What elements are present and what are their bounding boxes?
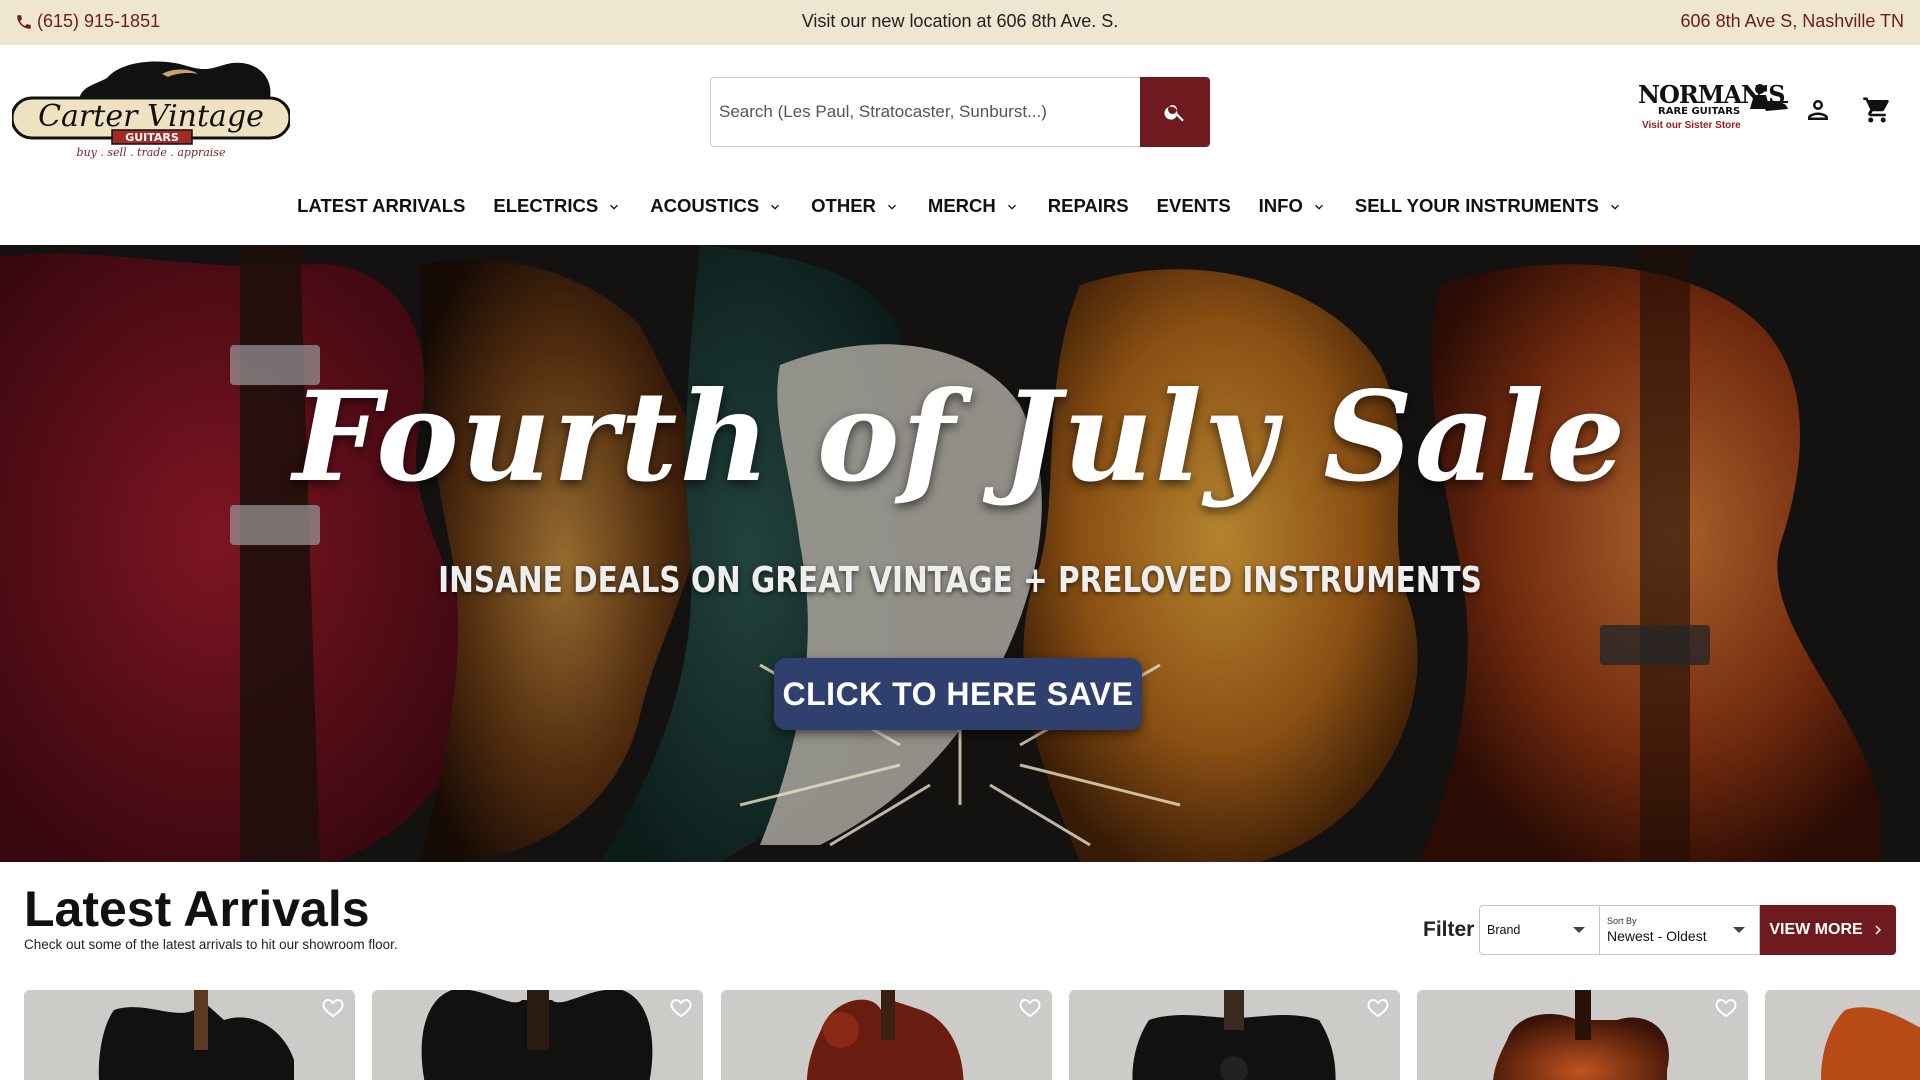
nav-label: REPAIRS	[1047, 195, 1129, 216]
chevron-down-icon	[1607, 198, 1623, 214]
search-bar	[710, 77, 1210, 147]
search-input[interactable]	[710, 77, 1140, 147]
product-image	[372, 990, 703, 1080]
hero-guitars-image	[0, 245, 1920, 862]
filter-label: Filter	[1423, 918, 1475, 941]
cart-button[interactable]	[1857, 90, 1897, 130]
nav-events[interactable]: EVENTS	[1143, 186, 1245, 226]
hero-subtitle: INSANE DEALS ON GREAT VINTAGE + PRELOVED…	[438, 560, 1482, 601]
nav-label: MERCH	[927, 195, 996, 216]
nav-merch[interactable]: MERCH	[914, 186, 1034, 226]
heart-icon[interactable]	[321, 996, 347, 1022]
nav-label: OTHER	[811, 195, 876, 216]
nav-other[interactable]: OTHER	[797, 186, 914, 226]
sister-store-visit: Visit our Sister Store	[1642, 120, 1741, 131]
search-icon	[1164, 105, 1184, 122]
product-image	[1069, 990, 1400, 1080]
chevron-down-icon	[1004, 198, 1020, 214]
announcement-text[interactable]: Visit our new location at 606 8th Ave. S…	[0, 11, 1920, 32]
logo-text: Carter Vintage	[38, 99, 264, 134]
nav-acoustics[interactable]: ACOUSTICS	[636, 186, 797, 226]
account-icon	[1808, 100, 1828, 120]
latest-arrivals-heading: Latest Arrivals	[24, 881, 370, 937]
sister-store-link[interactable]: NORMAN'S RARE GUITARS Visit our Sister S…	[1636, 83, 1788, 143]
nav-info[interactable]: INFO	[1245, 186, 1341, 226]
cart-icon	[1863, 97, 1889, 123]
nav-label: INFO	[1258, 195, 1303, 216]
latest-arrivals-subtitle: Check out some of the latest arrivals to…	[24, 937, 398, 952]
hero-cta-button[interactable]: CLICK TO HERE SAVE	[774, 658, 1142, 730]
sort-select[interactable]: Sort By Newest - Oldest	[1599, 905, 1760, 955]
product-card[interactable]	[1417, 990, 1748, 1080]
store-address[interactable]: 606 8th Ave S, Nashville TN	[1681, 11, 1904, 32]
nav-label: ACOUSTICS	[650, 195, 760, 216]
product-card[interactable]	[721, 990, 1052, 1080]
heart-icon[interactable]	[1018, 996, 1044, 1022]
nav-label: SELL YOUR INSTRUMENTS	[1354, 195, 1599, 216]
hero-banner[interactable]: Fourth of July Sale INSANE DEALS ON GREA…	[0, 245, 1920, 862]
nav-label: LATEST ARRIVALS	[297, 195, 466, 216]
nav-electrics[interactable]: ELECTRICS	[479, 186, 636, 226]
guitarist-icon	[1750, 84, 1788, 111]
product-card[interactable]	[1069, 990, 1400, 1080]
nav-label: ELECTRICS	[493, 195, 599, 216]
product-image	[721, 990, 1052, 1080]
chevron-right-icon	[1875, 925, 1881, 935]
product-image	[1417, 990, 1748, 1080]
nav-latest-arrivals[interactable]: LATEST ARRIVALS	[283, 186, 479, 226]
sort-select-caption: Sort By	[1607, 916, 1637, 926]
heart-icon[interactable]	[1714, 996, 1740, 1022]
nav-repairs[interactable]: REPAIRS	[1034, 186, 1143, 226]
heart-icon[interactable]	[1366, 996, 1392, 1022]
main-nav: LATEST ARRIVALS ELECTRICS ACOUSTICS OTHE…	[0, 186, 1920, 226]
chevron-down-icon	[884, 198, 900, 214]
sort-select-value: Newest - Oldest	[1607, 928, 1707, 944]
site-header: Carter Vintage GUITARS buy . sell . trad…	[0, 45, 1920, 245]
brand-select[interactable]: Brand	[1479, 905, 1599, 955]
nav-label: EVENTS	[1156, 195, 1231, 216]
product-card[interactable]	[372, 990, 703, 1080]
nav-sell-your-instruments[interactable]: SELL YOUR INSTRUMENTS	[1341, 186, 1637, 226]
product-card[interactable]	[1765, 990, 1920, 1080]
logo-tagline: buy . sell . trade . appraise	[77, 146, 226, 159]
brand-select-value: Brand	[1487, 923, 1521, 937]
view-more-button[interactable]: VIEW MORE	[1760, 905, 1896, 955]
product-image	[24, 990, 355, 1080]
chevron-down-icon	[767, 198, 783, 214]
heart-icon[interactable]	[669, 996, 695, 1022]
search-button[interactable]	[1140, 77, 1210, 147]
logo-sub: GUITARS	[125, 131, 179, 144]
announcement-bar: (615) 915-1851 Visit our new location at…	[0, 0, 1920, 45]
dropdown-arrow-icon	[1573, 927, 1585, 933]
store-logo[interactable]: Carter Vintage GUITARS buy . sell . trad…	[10, 60, 292, 160]
chevron-down-icon	[606, 198, 622, 214]
product-carousel	[24, 990, 1920, 1080]
product-image	[1765, 990, 1920, 1080]
product-card[interactable]	[24, 990, 355, 1080]
chevron-down-icon	[1311, 198, 1327, 214]
dropdown-arrow-icon	[1733, 927, 1745, 933]
account-button[interactable]	[1798, 90, 1838, 130]
hero-title: Fourth of July Sale	[292, 365, 1628, 510]
view-more-label: VIEW MORE	[1769, 921, 1863, 938]
